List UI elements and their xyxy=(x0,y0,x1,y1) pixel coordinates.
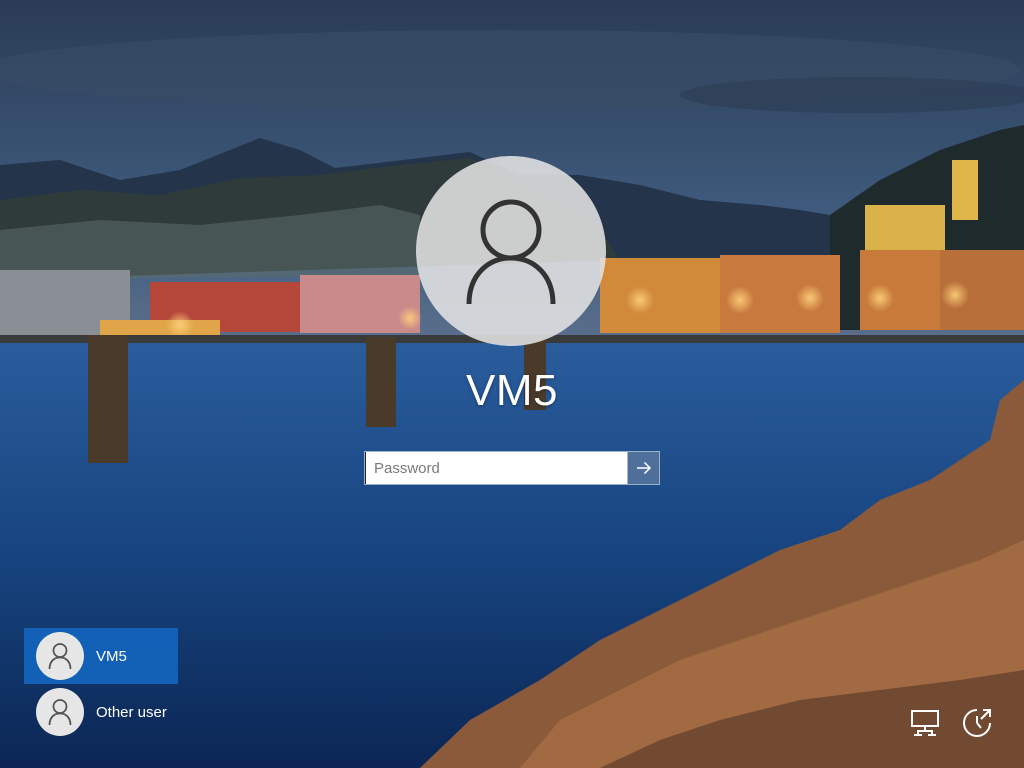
user-item-label: VM5 xyxy=(96,647,127,665)
password-box xyxy=(364,451,660,485)
ease-of-access-button[interactable] xyxy=(960,706,994,740)
user-item-label: Other user xyxy=(96,703,167,721)
main-user-name: VM5 xyxy=(466,366,558,415)
ease-of-access-icon xyxy=(963,709,991,737)
avatar xyxy=(36,632,84,680)
avatar xyxy=(36,688,84,736)
system-tray xyxy=(908,706,994,740)
network-button[interactable] xyxy=(908,706,942,740)
user-silhouette-icon xyxy=(48,699,72,726)
user-item-other-user[interactable]: Other user xyxy=(24,684,178,740)
network-icon xyxy=(911,710,939,736)
user-silhouette-icon xyxy=(48,643,72,670)
main-user-avatar xyxy=(416,156,606,346)
user-silhouette-icon xyxy=(466,199,556,305)
user-switcher-list: VM5 Other user xyxy=(24,628,178,740)
user-item-vm5[interactable]: VM5 xyxy=(24,628,178,684)
arrow-right-icon xyxy=(636,461,651,475)
submit-password-button[interactable] xyxy=(627,452,659,484)
password-input[interactable] xyxy=(365,452,627,484)
